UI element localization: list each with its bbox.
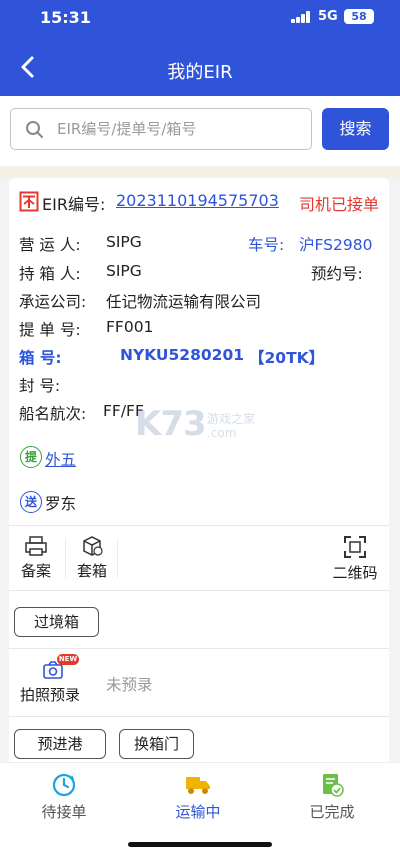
search-bar: 搜索 bbox=[0, 96, 400, 166]
pre-entry-button[interactable]: 预进港 bbox=[14, 729, 106, 759]
pickup-location-link[interactable]: 外五 bbox=[45, 448, 76, 470]
search-input[interactable] bbox=[57, 109, 307, 149]
container-value: NYKU5280201 bbox=[120, 346, 245, 364]
search-icon bbox=[25, 120, 45, 140]
watermark-logo: K73 游戏之家 .com bbox=[135, 402, 275, 452]
pending-clock-icon bbox=[52, 773, 76, 797]
home-indicator bbox=[128, 842, 272, 847]
qrcode-scan-icon bbox=[344, 536, 366, 558]
pickup-badge: 提 bbox=[20, 446, 42, 468]
photo-prerecord-button[interactable]: 拍照预录 bbox=[17, 660, 87, 706]
divider bbox=[9, 716, 389, 717]
new-badge: NEW bbox=[57, 654, 79, 665]
tab-pending-label: 待接单 bbox=[41, 803, 87, 821]
qrcode-button[interactable]: 二维码 bbox=[327, 535, 383, 583]
watermark-brand: K73 bbox=[135, 404, 207, 444]
divider bbox=[9, 525, 389, 526]
container-type: 【20TK】 bbox=[249, 349, 325, 367]
appointment-label: 预约号: bbox=[311, 265, 363, 283]
bl-value: FF001 bbox=[106, 318, 154, 336]
tab-completed-label: 已完成 bbox=[309, 803, 355, 821]
qrcode-label: 二维码 bbox=[332, 564, 378, 582]
vessel-label: 船名航次: bbox=[19, 405, 87, 423]
bl-label: 提 单 号: bbox=[19, 321, 81, 339]
tab-in-transit-label: 运输中 bbox=[175, 803, 221, 821]
section-gap bbox=[0, 166, 400, 178]
network-type: 5G bbox=[318, 9, 338, 24]
eir-card: EIR编号: 2023110194575703 司机已接单 营 运 人: SIP… bbox=[9, 178, 389, 778]
watermark-domain: .com bbox=[207, 426, 237, 440]
tab-pending[interactable]: 待接单 bbox=[14, 771, 114, 822]
eir-label: EIR编号: bbox=[42, 195, 106, 214]
tab-completed[interactable]: 已完成 bbox=[282, 771, 382, 822]
search-button[interactable]: 搜索 bbox=[322, 108, 389, 150]
nav-bar: 我的EIR bbox=[0, 40, 400, 96]
signal-icon bbox=[291, 11, 313, 23]
record-label: 备案 bbox=[20, 562, 51, 580]
eir-document-icon bbox=[19, 190, 39, 212]
carrier-value: 任记物流运输有限公司 bbox=[106, 293, 262, 311]
printer-icon bbox=[25, 536, 47, 556]
operator-value: SIPG bbox=[106, 233, 142, 251]
eir-header: EIR编号: 2023110194575703 司机已接单 bbox=[19, 190, 379, 214]
cross-border-button[interactable]: 过境箱 bbox=[14, 607, 99, 637]
plate-value: 沪FS2980 bbox=[299, 236, 373, 254]
photo-prerecord-label: 拍照预录 bbox=[20, 686, 81, 704]
watermark-sub: 游戏之家 bbox=[207, 412, 256, 426]
change-gate-button[interactable]: 换箱门 bbox=[119, 729, 194, 759]
record-button[interactable]: 备案 bbox=[15, 535, 57, 581]
divider bbox=[9, 648, 389, 649]
plate-label: 车号: bbox=[248, 236, 285, 254]
tool-separator bbox=[65, 538, 66, 578]
seal-label: 封 号: bbox=[19, 377, 61, 395]
divider bbox=[9, 590, 389, 591]
operator-label: 营 运 人: bbox=[19, 236, 81, 254]
holder-label: 持 箱 人: bbox=[19, 265, 81, 283]
completed-doc-icon bbox=[323, 774, 344, 797]
tab-in-transit[interactable]: 运输中 bbox=[148, 771, 248, 822]
battery-icon: 58 bbox=[344, 9, 374, 24]
tool-separator bbox=[117, 538, 118, 578]
truck-icon bbox=[186, 777, 210, 794]
order-status: 司机已接单 bbox=[298, 195, 379, 214]
eir-number-link[interactable]: 2023110194575703 bbox=[116, 191, 279, 210]
prerecord-status: 未预录 bbox=[106, 676, 153, 694]
bottom-tab-bar: 待接单 运输中 已完成 bbox=[0, 762, 400, 852]
status-bar: 15:31 5G 58 bbox=[0, 0, 400, 34]
status-time: 15:31 bbox=[40, 8, 91, 27]
page-title: 我的EIR bbox=[167, 62, 233, 83]
carrier-label: 承运公司: bbox=[19, 293, 87, 311]
search-field[interactable] bbox=[10, 108, 312, 150]
container-label: 箱 号: bbox=[19, 349, 62, 367]
cover-box-button[interactable]: 套箱 bbox=[71, 535, 113, 581]
deliver-badge: 送 bbox=[20, 491, 42, 513]
holder-value: SIPG bbox=[106, 262, 142, 280]
cover-box-label: 套箱 bbox=[76, 562, 107, 580]
box-icon bbox=[83, 536, 103, 556]
deliver-location: 罗东 bbox=[45, 495, 77, 513]
